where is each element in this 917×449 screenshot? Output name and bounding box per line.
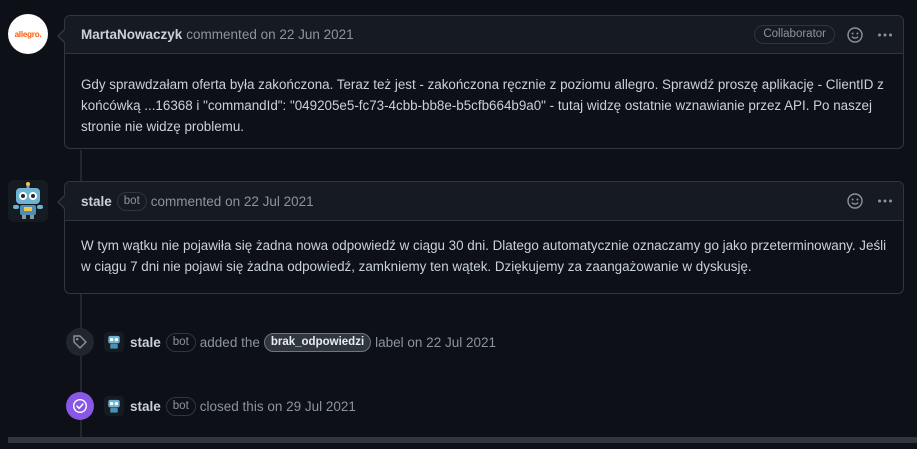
timeline-event-closed: stale bot closed this on 29 Jul 2021 <box>66 392 356 420</box>
event-author[interactable]: stale <box>130 335 161 350</box>
bot-badge: bot <box>165 396 196 416</box>
tag-icon <box>66 328 94 356</box>
event-text: added the <box>199 334 260 350</box>
timeline-end-divider <box>8 437 917 443</box>
collaborator-badge: Collaborator <box>754 25 835 44</box>
robot-icon <box>13 182 43 219</box>
event-author[interactable]: stale <box>130 399 161 414</box>
label-chip[interactable]: brak_odpowiedzi <box>263 332 372 352</box>
comment-header: MartaNowaczyk commented on 22 Jun 2021 C… <box>65 16 903 54</box>
avatar[interactable]: allegro. <box>8 14 48 54</box>
bot-avatar[interactable] <box>8 180 48 222</box>
smiley-icon[interactable] <box>845 191 865 211</box>
check-circle-icon <box>66 392 94 420</box>
comment-body: W tym wątku nie pojawiła się żadna nowa … <box>81 238 887 274</box>
allegro-logo: allegro. <box>14 29 42 39</box>
kebab-menu-icon[interactable] <box>875 191 895 211</box>
comment-timestamp[interactable]: commented on 22 Jul 2021 <box>151 194 314 209</box>
bot-badge: bot <box>165 332 196 352</box>
timeline-event-labeled: stale bot added the brak_odpowiedzi labe… <box>66 328 496 356</box>
comment-author[interactable]: MartaNowaczyk <box>81 27 182 42</box>
comment-actions: Collaborator <box>754 16 895 53</box>
avatar[interactable] <box>104 396 124 416</box>
comment-actions <box>845 182 895 220</box>
event-timestamp[interactable]: label on 22 Jul 2021 <box>375 335 496 350</box>
bot-badge: bot <box>116 191 147 211</box>
comment-header: stale bot commented on 22 Jul 2021 <box>65 182 903 221</box>
event-text[interactable]: closed this on 29 Jul 2021 <box>200 399 356 414</box>
comment-timestamp[interactable]: commented on 22 Jun 2021 <box>186 27 353 42</box>
comment-body: Gdy sprawdzałam oferta była zakończona. … <box>81 77 884 134</box>
kebab-menu-icon[interactable] <box>875 25 895 45</box>
comment-author[interactable]: stale <box>81 194 112 209</box>
comment-card: MartaNowaczyk commented on 22 Jun 2021 C… <box>57 15 904 149</box>
smiley-icon[interactable] <box>845 25 865 45</box>
comment-card: stale bot commented on 22 Jul 2021 W tym… <box>57 181 904 294</box>
avatar[interactable] <box>104 332 124 352</box>
